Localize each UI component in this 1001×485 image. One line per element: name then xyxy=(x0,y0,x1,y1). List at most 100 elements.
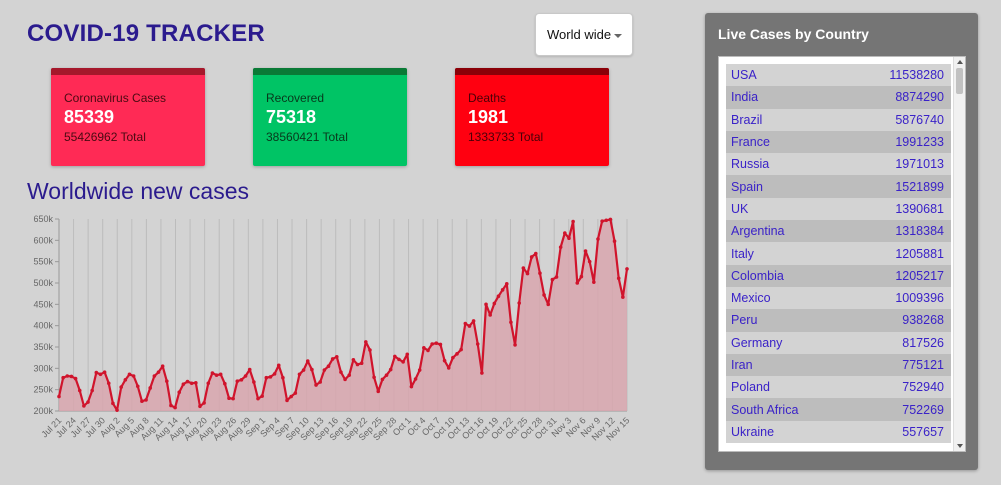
table-row[interactable]: USA 11538280 xyxy=(726,64,951,87)
country-name: Spain xyxy=(731,179,763,194)
table-row[interactable]: Argentina 1318384 xyxy=(726,220,951,243)
table-row[interactable]: India 8874290 xyxy=(726,86,951,109)
country-name: Russia xyxy=(731,157,770,172)
countries-table-body: USA 11538280 India 8874290 Brazil 5876740 Fran… xyxy=(726,64,951,444)
countries-table[interactable]: USA 11538280 India 8874290 Brazil 5876740 Fran… xyxy=(718,56,966,452)
recovered-value: 75318 xyxy=(266,107,317,127)
table-row[interactable]: UK 1390681 xyxy=(726,197,951,221)
recovered-card[interactable]: Recovered 75318 38560421 Total xyxy=(253,68,407,166)
table-row[interactable]: Peru 938268 xyxy=(726,309,951,332)
country-name: UK xyxy=(731,201,749,216)
country-select-value: World wide xyxy=(547,27,612,42)
data-point xyxy=(247,367,252,372)
data-point xyxy=(347,373,352,377)
data-point xyxy=(98,372,103,377)
recovered-card-bar xyxy=(253,68,407,75)
data-point xyxy=(227,396,231,400)
scroll-thumb[interactable] xyxy=(956,68,963,94)
data-point xyxy=(409,384,414,389)
data-point xyxy=(401,360,405,364)
data-point xyxy=(455,352,459,356)
data-point xyxy=(293,391,298,395)
dropdown-caret-icon xyxy=(614,34,622,38)
country-cases: 1205881 xyxy=(895,246,944,261)
data-point xyxy=(148,386,153,390)
deaths-value: 1981 xyxy=(468,107,509,127)
live-cases-panel: Live Cases by Country USA 11538280 India 88… xyxy=(705,13,978,470)
table-row[interactable]: Mexico 1009396 xyxy=(726,286,951,310)
data-point xyxy=(173,405,177,410)
data-point xyxy=(73,376,78,381)
y-tick-label: 450k xyxy=(33,299,53,309)
data-point xyxy=(156,370,161,374)
data-point xyxy=(538,271,542,275)
data-point xyxy=(426,348,430,353)
data-point xyxy=(368,348,372,352)
scroll-down-icon[interactable] xyxy=(957,444,963,448)
data-point xyxy=(575,281,580,285)
cases-card[interactable]: Coronavirus Cases 85339 55426962 Total xyxy=(51,68,205,166)
table-row[interactable]: Italy 1205881 xyxy=(726,242,951,265)
data-point xyxy=(322,368,327,372)
table-row[interactable]: Russia 1971013 xyxy=(726,153,951,176)
data-point xyxy=(57,394,61,399)
country-name: Poland xyxy=(731,380,770,395)
data-point xyxy=(351,358,356,362)
country-name: Peru xyxy=(731,313,758,328)
y-tick-label: 350k xyxy=(33,342,53,352)
data-point xyxy=(318,380,323,384)
deaths-card[interactable]: Deaths 1981 1333733 Total xyxy=(455,68,609,166)
table-scrollbar[interactable] xyxy=(953,57,965,451)
country-select[interactable]: World wide xyxy=(535,13,633,56)
table-row[interactable]: Spain 1521899 xyxy=(726,175,951,198)
country-cases: 817526 xyxy=(902,335,944,350)
data-point xyxy=(388,367,393,372)
table-row[interactable]: France 1991233 xyxy=(726,130,951,154)
data-point xyxy=(90,388,94,393)
country-name: Mexico xyxy=(731,291,771,306)
data-point xyxy=(563,231,567,235)
country-name: Argentina xyxy=(731,224,785,239)
data-point xyxy=(243,374,248,378)
country-cases: 752940 xyxy=(902,380,944,395)
table-row[interactable]: Ukraine 557657 xyxy=(726,420,951,444)
data-point xyxy=(372,375,376,380)
data-point xyxy=(397,357,401,362)
data-point xyxy=(550,277,555,282)
data-point xyxy=(61,375,65,380)
cases-total: 55426962 Total xyxy=(64,130,146,144)
data-point xyxy=(65,374,70,378)
country-name: Brazil xyxy=(731,112,763,127)
data-point xyxy=(475,342,480,346)
table-row[interactable]: Germany 817526 xyxy=(726,331,951,354)
table-row[interactable]: South Africa 752269 xyxy=(726,398,951,421)
scroll-up-icon[interactable] xyxy=(957,60,963,64)
data-point xyxy=(115,408,119,412)
data-point xyxy=(343,377,347,382)
data-point xyxy=(542,293,546,297)
table-row[interactable]: Colombia 1205217 xyxy=(726,264,951,287)
data-point xyxy=(82,404,86,408)
table-row[interactable]: Brazil 5876740 xyxy=(726,108,951,131)
cases-value: 85339 xyxy=(64,107,115,127)
data-point xyxy=(272,372,277,376)
data-point xyxy=(393,354,397,359)
country-name: Italy xyxy=(731,246,754,261)
country-cases: 8874290 xyxy=(895,90,944,105)
data-point xyxy=(301,368,306,372)
data-point xyxy=(218,372,223,377)
data-point xyxy=(509,320,513,325)
data-point xyxy=(442,358,447,363)
data-point xyxy=(305,359,310,363)
data-point xyxy=(525,271,530,276)
country-name: South Africa xyxy=(731,402,799,417)
table-row[interactable]: Iran 775121 xyxy=(726,353,951,377)
data-point xyxy=(119,385,123,389)
y-tick-label: 400k xyxy=(33,321,53,331)
new-cases-chart: 200k 250k 300k 350k 400k 450k 500k 550k 600k 650k… xyxy=(33,214,631,443)
data-point xyxy=(504,282,509,286)
y-tick-label: 550k xyxy=(33,257,53,267)
data-point xyxy=(206,381,211,386)
table-row[interactable]: Poland 752940 xyxy=(726,376,951,399)
country-cases: 938268 xyxy=(902,313,944,328)
